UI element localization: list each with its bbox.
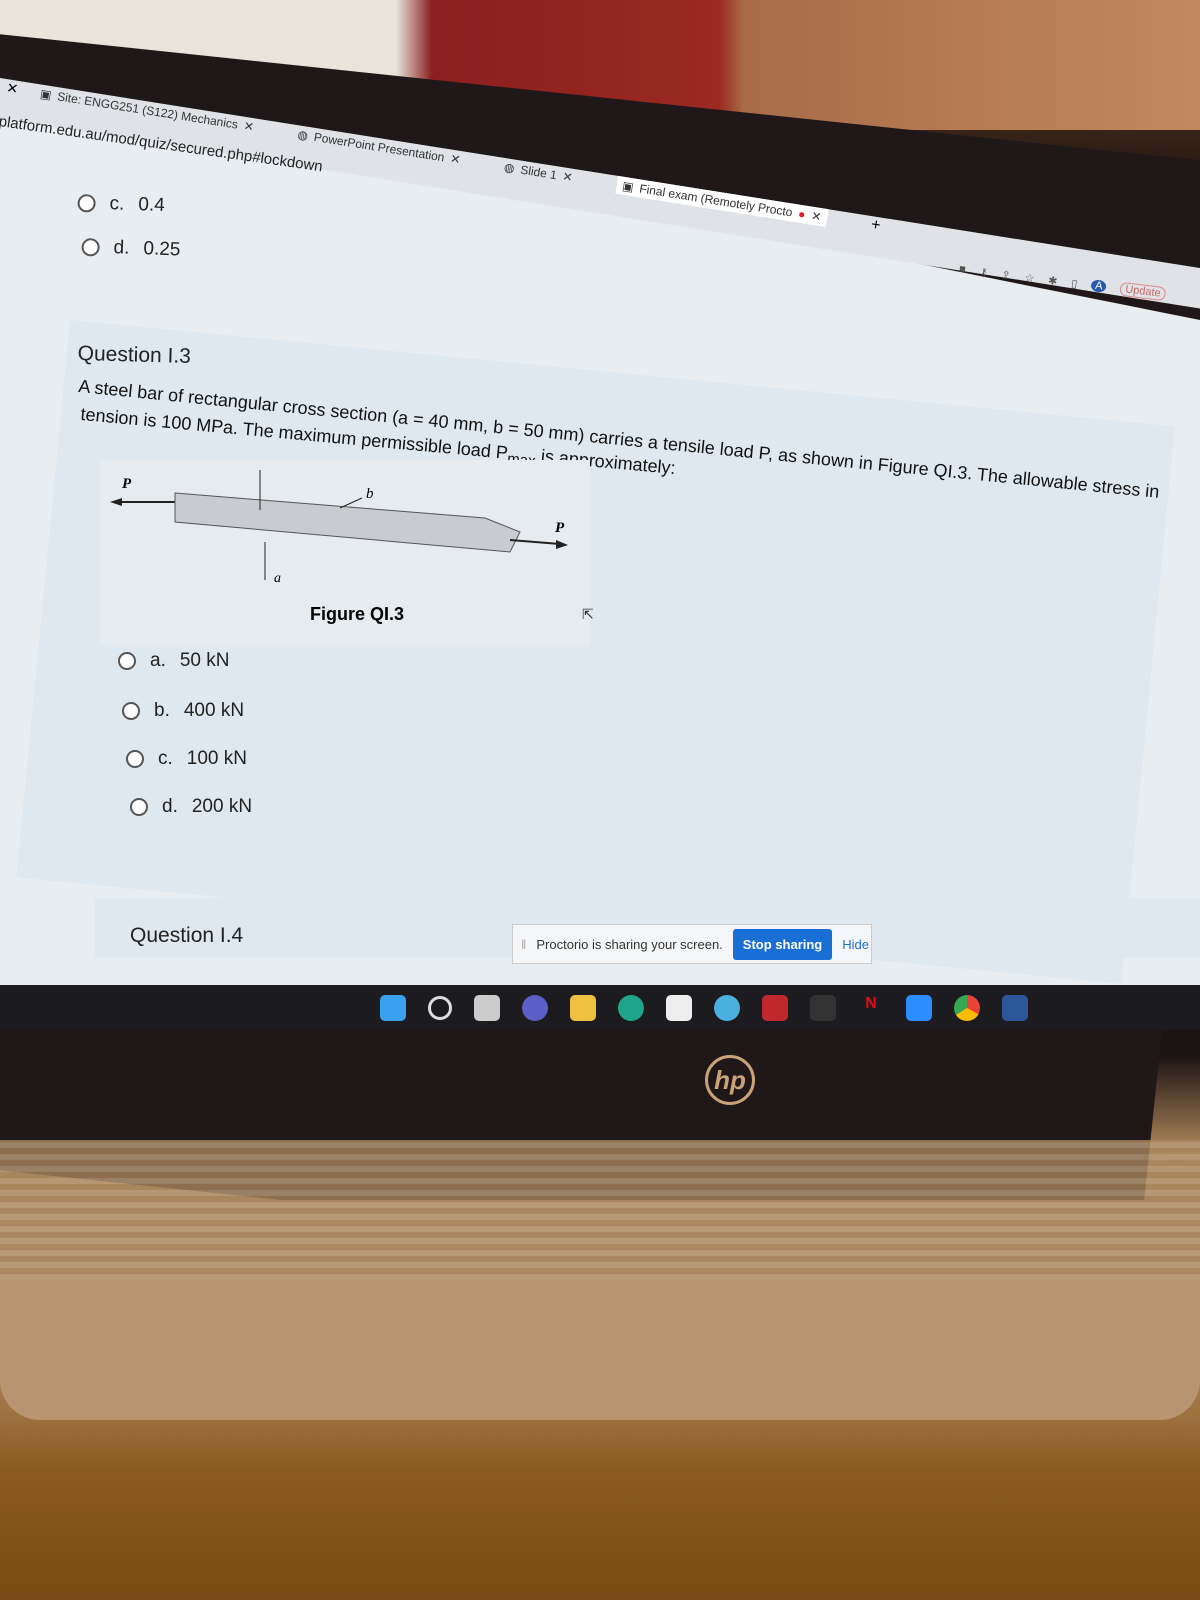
drag-handle-icon[interactable]: ‖: [521, 937, 526, 952]
search-icon[interactable]: [428, 995, 452, 1020]
bookmark-star-icon[interactable]: ☆: [1024, 271, 1035, 285]
extensions-icon[interactable]: ✱: [1047, 273, 1058, 287]
share-icon[interactable]: ⇪: [1001, 268, 1012, 282]
option-d[interactable]: d. 200 kN: [130, 796, 252, 818]
close-icon[interactable]: ✕: [449, 152, 461, 167]
stop-sharing-button[interactable]: Stop sharing: [732, 928, 833, 960]
prev-option-c[interactable]: c. 0.4: [77, 192, 165, 217]
radio-button[interactable]: [77, 193, 96, 213]
teams-icon[interactable]: [522, 994, 548, 1021]
close-icon[interactable]: ✕: [562, 169, 574, 184]
label-p-right: P: [555, 520, 565, 536]
option-b[interactable]: b. 400 kN: [122, 700, 244, 722]
figure-caption: Figure QI.3: [310, 604, 404, 624]
radio-button[interactable]: [126, 750, 144, 768]
file-explorer-icon[interactable]: [570, 994, 596, 1021]
mcafee-icon[interactable]: [762, 994, 788, 1021]
prev-option-d[interactable]: d. 0.25: [81, 236, 181, 261]
zoom-icon[interactable]: [906, 994, 932, 1021]
new-tab-button[interactable]: +: [870, 216, 882, 234]
next-question-title: Question I.4: [130, 924, 244, 947]
hp-logo: hp: [705, 1055, 755, 1105]
moodle-icon: ▣: [621, 178, 635, 195]
close-tab-icon[interactable]: ✕: [0, 78, 19, 97]
windows-start-icon[interactable]: [380, 994, 406, 1021]
app-icon[interactable]: [810, 994, 836, 1021]
key-icon[interactable]: ⚷: [979, 265, 989, 279]
edge-icon[interactable]: [618, 994, 644, 1021]
label-p-left: P: [122, 476, 132, 492]
task-view-icon[interactable]: [474, 994, 500, 1021]
figure-qi3: P P b a Figure QI.3: [100, 460, 590, 645]
side-panel-icon[interactable]: ▯: [1071, 276, 1079, 290]
mouse-cursor-icon: ⇱: [582, 606, 594, 622]
radio-button[interactable]: [122, 702, 140, 720]
camera-icon[interactable]: ■: [958, 263, 966, 276]
question-title: Question I.3: [77, 342, 192, 368]
label-b: b: [366, 486, 374, 502]
hide-button[interactable]: Hide: [842, 937, 869, 952]
store-icon[interactable]: [666, 994, 692, 1021]
option-c[interactable]: c. 100 kN: [126, 748, 247, 770]
weather-icon[interactable]: [714, 994, 740, 1021]
word-icon[interactable]: [1002, 994, 1028, 1021]
netflix-icon[interactable]: N: [858, 995, 884, 1021]
radio-button[interactable]: [81, 237, 100, 257]
chrome-icon[interactable]: [954, 994, 980, 1021]
option-a[interactable]: a. 50 kN: [118, 650, 230, 672]
close-icon[interactable]: ✕: [243, 119, 255, 134]
radio-button[interactable]: [130, 798, 148, 816]
profile-avatar[interactable]: A: [1090, 279, 1108, 293]
windows-taskbar: N: [0, 985, 1200, 1030]
recording-icon: ●: [797, 206, 807, 222]
globe-icon: ◍: [296, 127, 310, 143]
label-a: a: [274, 571, 281, 586]
radio-button[interactable]: [118, 652, 136, 670]
moodle-icon: ▣: [39, 86, 53, 103]
globe-icon: ◍: [503, 160, 516, 176]
laptop-keyboard: [0, 1140, 1200, 1280]
proctorio-share-bar: ‖ Proctorio is sharing your screen. Stop…: [512, 924, 872, 964]
close-icon[interactable]: ✕: [810, 209, 822, 224]
